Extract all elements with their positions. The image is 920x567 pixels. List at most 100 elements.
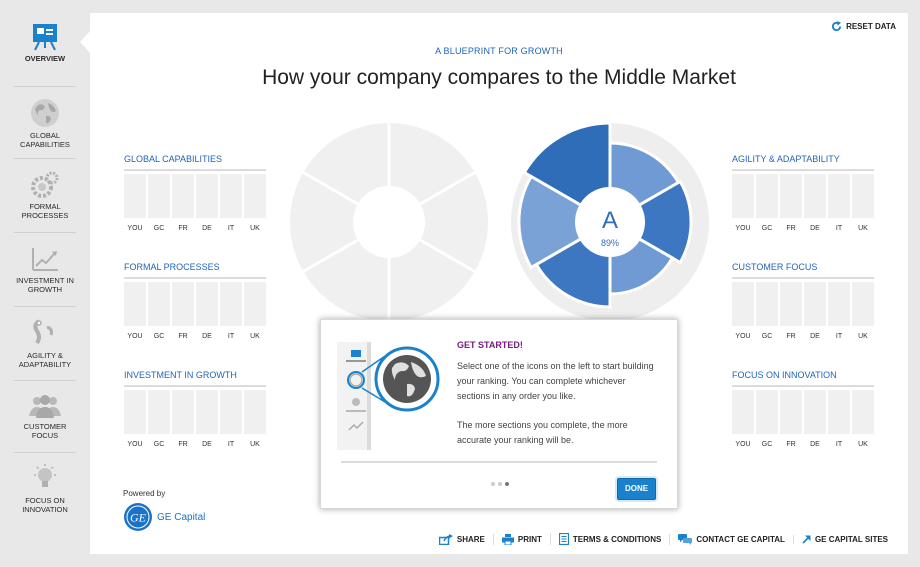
tick-label: FR — [178, 441, 188, 448]
sidebar-item-label: Focus on Innovation — [22, 496, 68, 514]
reset-data-label: RESET DATA — [846, 22, 896, 31]
category-investment-in-growth[interactable]: INVESTMENT IN GROWTH YOU GC FR DE IT UK — [124, 370, 266, 448]
bar-uk — [852, 390, 874, 434]
share-link[interactable]: SHARE — [431, 533, 493, 545]
tick-label: FR — [178, 225, 188, 232]
tick-label: UK — [858, 225, 868, 232]
bar-row — [124, 282, 266, 326]
print-link[interactable]: PRINT — [492, 533, 550, 545]
page-dot[interactable] — [498, 482, 502, 486]
category-focus-on-innovation[interactable]: FOCUS ON INNOVATION YOU GC FR DE IT UK — [732, 370, 874, 448]
tick-label: UK — [250, 225, 260, 232]
your-ranking-ring: A 89% — [511, 122, 709, 321]
comparison-labels: YOU GC FR DE IT UK — [124, 225, 266, 232]
bar-you — [732, 174, 754, 218]
main-panel: RESET DATA A BLUEPRINT FOR GROWTH How yo… — [90, 13, 908, 554]
flexible-pipe-icon — [33, 319, 53, 345]
sidebar-item-label: Formal Processes — [21, 202, 69, 220]
sidebar-item-overview[interactable]: Overview — [14, 22, 76, 64]
bar-gc — [756, 282, 778, 326]
divider — [14, 306, 76, 307]
tick-label: DE — [810, 441, 820, 448]
comparison-labels: YOU GC FR DE IT UK — [124, 441, 266, 448]
tick-label: FR — [178, 333, 188, 340]
page-subtitle: A BLUEPRINT FOR GROWTH — [435, 46, 563, 56]
bar-row — [732, 282, 874, 326]
growth-chart-icon — [32, 248, 58, 271]
bar-uk — [244, 390, 266, 434]
bar-gc — [148, 282, 170, 326]
tick-label: YOU — [127, 225, 143, 232]
bar-you — [124, 282, 146, 326]
print-label: PRINT — [517, 534, 542, 544]
contact-label: CONTACT GE CAPITAL — [696, 534, 785, 544]
powered-by-label: Powered by — [123, 489, 166, 498]
sidebar-item-focus-on-innovation[interactable]: Focus on Innovation — [14, 462, 76, 514]
share-label: SHARE — [456, 534, 485, 544]
bar-row — [732, 390, 874, 434]
sidebar-item-customer-focus[interactable]: Customer Focus — [14, 392, 76, 440]
divider — [14, 86, 76, 87]
category-title: AGILITY & ADAPTABILITY — [732, 154, 874, 171]
sidebar-item-formal-processes[interactable]: Formal Processes — [14, 170, 76, 220]
tick-label: FR — [786, 333, 796, 340]
category-formal-processes[interactable]: FORMAL PROCESSES YOU GC FR DE IT UK — [124, 262, 266, 340]
ge-capital-logo[interactable]: GE GE Capital — [123, 502, 205, 532]
bar-fr — [172, 174, 194, 218]
divider — [341, 461, 657, 463]
category-agility-adaptability[interactable]: AGILITY & ADAPTABILITY YOU GC FR DE IT UK — [732, 154, 874, 232]
document-icon — [558, 533, 569, 545]
bar-de — [196, 174, 218, 218]
tick-label: GC — [761, 225, 773, 232]
terms-link[interactable]: TERMS & CONDITIONS — [549, 533, 669, 545]
page-dot[interactable] — [491, 482, 495, 486]
page-dot-active[interactable] — [505, 482, 509, 486]
bar-fr — [780, 174, 802, 218]
bar-fr — [780, 390, 802, 434]
tick-label: GC — [153, 333, 165, 340]
tick-label: YOU — [735, 441, 751, 448]
modal-instructions: Select one of the icons on the left to s… — [457, 361, 654, 401]
tick-label: UK — [858, 441, 868, 448]
modal-note: The more sections you complete, the more… — [457, 420, 628, 445]
tick-label: DE — [810, 225, 820, 232]
people-group-icon — [29, 395, 61, 418]
tick-label: YOU — [735, 333, 751, 340]
sidebar-item-label: Overview — [24, 54, 66, 63]
bar-de — [196, 282, 218, 326]
sidebar-item-agility-adaptability[interactable]: Agility & Adaptability — [14, 317, 76, 369]
tick-label: UK — [858, 333, 868, 340]
sidebar-item-label: Agility & Adaptability — [18, 351, 72, 369]
refresh-icon — [831, 21, 842, 32]
tick-label: GC — [153, 225, 165, 232]
tick-label: GC — [761, 333, 773, 340]
tick-label: DE — [202, 333, 212, 340]
speech-bubbles-icon — [678, 533, 693, 545]
ge-capital-sites-link[interactable]: GE CAPITAL SITES — [792, 534, 896, 544]
bar-uk — [852, 174, 874, 218]
sidebar-item-investment-in-growth[interactable]: Investment in Growth — [14, 244, 76, 294]
tick-label: IT — [835, 225, 843, 232]
sidebar-item-global-capabilities[interactable]: Global Capabilities — [14, 97, 76, 149]
bar-fr — [780, 282, 802, 326]
contact-link[interactable]: CONTACT GE CAPITAL — [669, 533, 793, 545]
done-button[interactable]: DONE — [617, 478, 656, 500]
middle-market-ring — [290, 123, 488, 321]
footer-links: SHARE PRINT TERMS & CONDITIONS CONTACT G… — [431, 533, 896, 545]
bar-de — [196, 390, 218, 434]
reset-data-button[interactable]: RESET DATA — [831, 21, 896, 32]
printer-icon — [501, 533, 514, 545]
category-global-capabilities[interactable]: GLOBAL CAPABILITIES YOU GC FR DE IT UK — [124, 154, 266, 232]
gears-icon — [31, 171, 59, 198]
category-customer-focus[interactable]: CUSTOMER FOCUS YOU GC FR DE IT UK — [732, 262, 874, 340]
bar-it — [828, 282, 850, 326]
grade-letter: A — [602, 207, 618, 234]
tick-label: YOU — [127, 441, 143, 448]
tick-label: GC — [761, 441, 773, 448]
ge-capital-sites-label: GE CAPITAL SITES — [814, 534, 888, 544]
bar-de — [804, 174, 826, 218]
category-title: FOCUS ON INNOVATION — [732, 370, 874, 387]
bar-uk — [244, 174, 266, 218]
bar-gc — [756, 174, 778, 218]
share-icon — [438, 533, 453, 545]
